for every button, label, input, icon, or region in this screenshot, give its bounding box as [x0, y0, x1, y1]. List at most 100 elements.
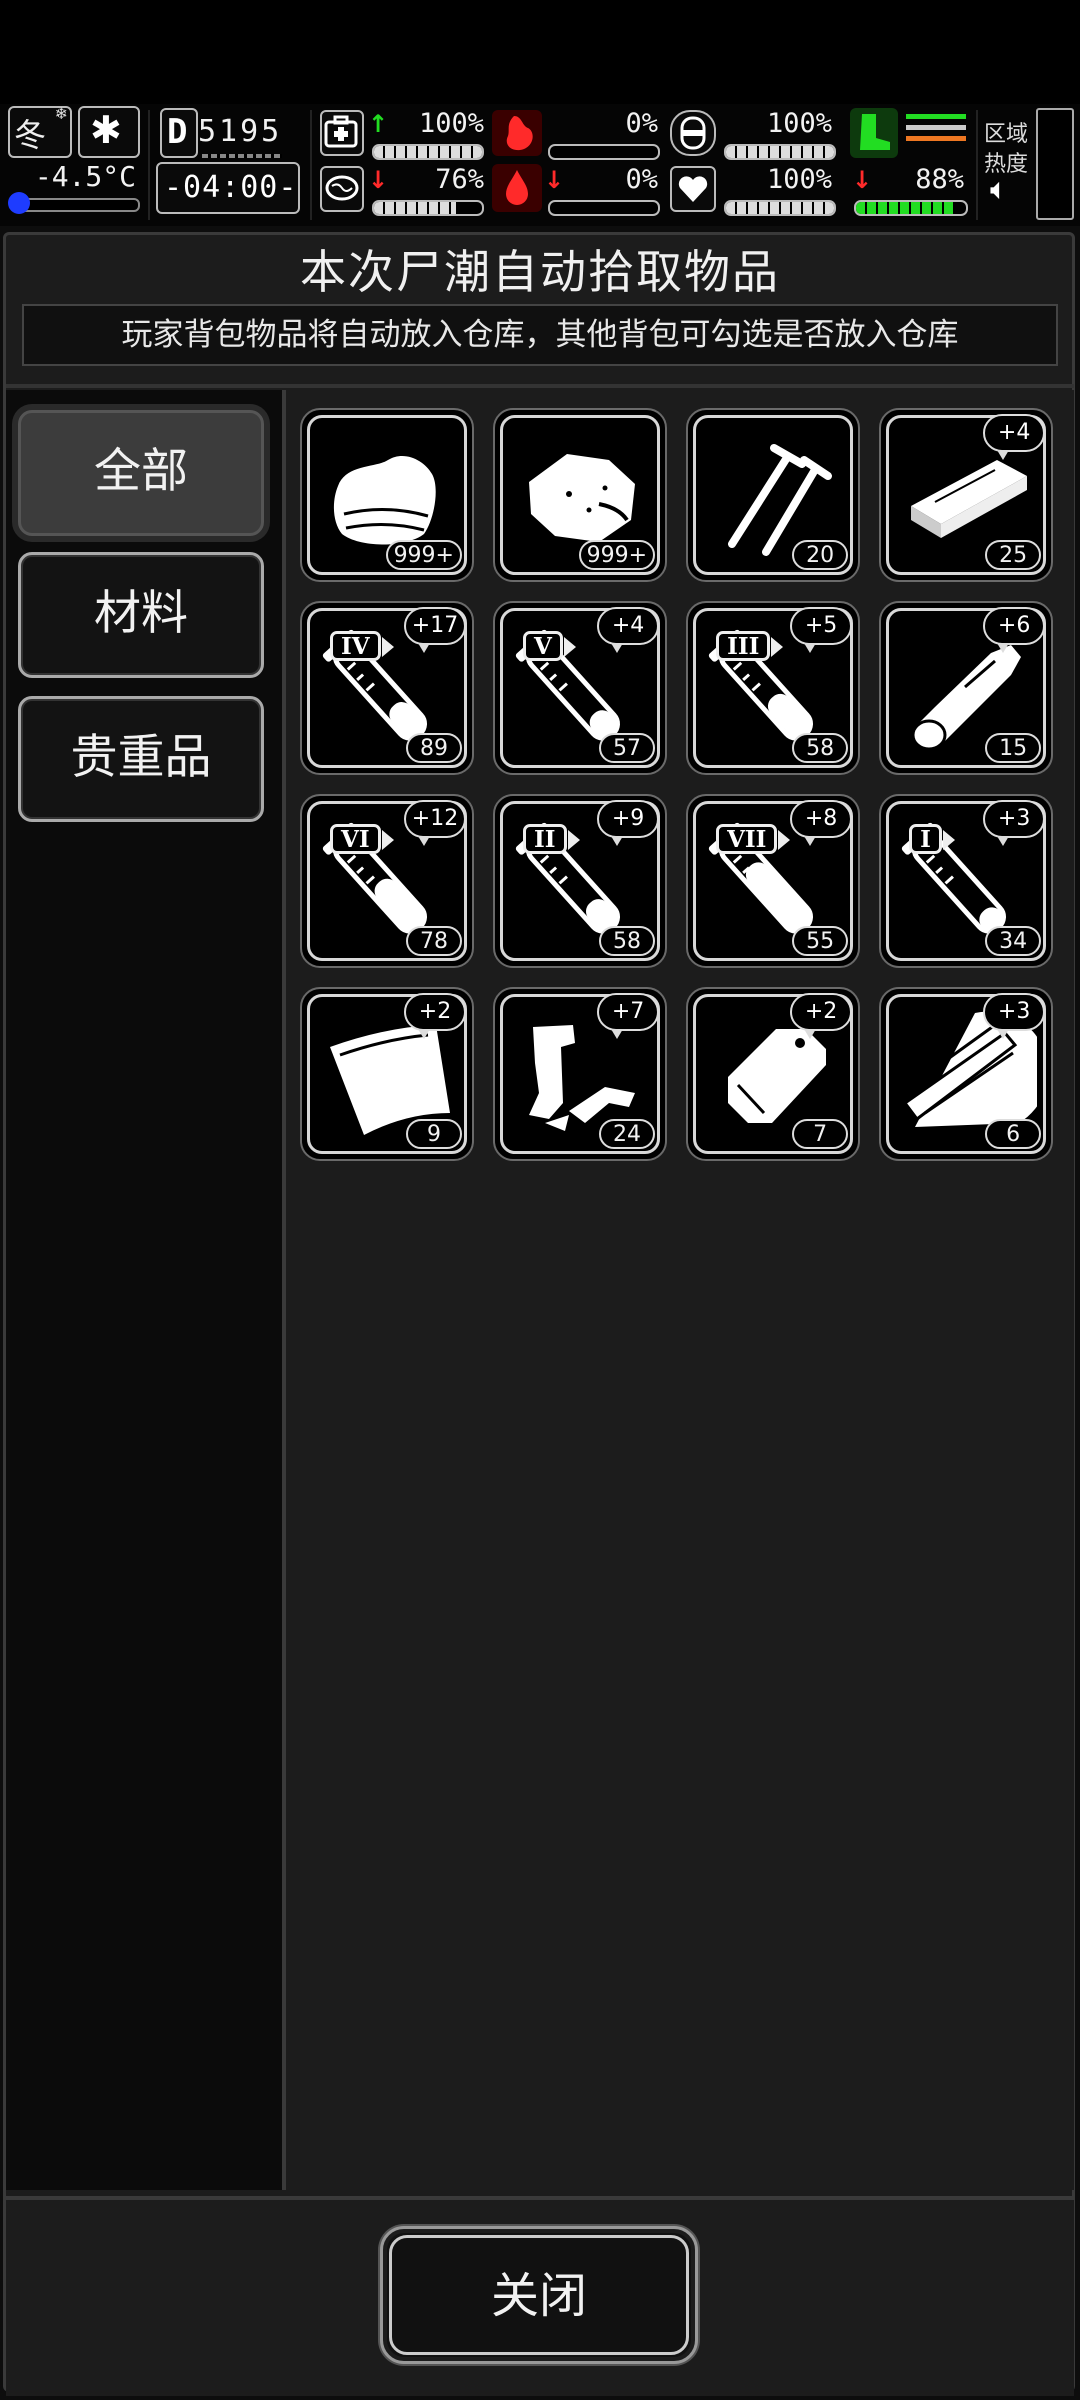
- boot-icon: [850, 108, 898, 158]
- speaker-icon[interactable]: 🔈︎: [990, 172, 1008, 207]
- health-bar: [372, 144, 484, 160]
- health-value: 100%: [418, 108, 484, 139]
- bonus-bubble: +5: [790, 607, 853, 654]
- item-count: 15: [985, 733, 1042, 764]
- item-slot[interactable]: +2 7: [686, 987, 861, 1162]
- item-count: 7: [792, 1119, 849, 1150]
- tier-badge: VII: [716, 824, 791, 855]
- item-count: 24: [599, 1119, 656, 1150]
- mood-bar: [724, 200, 836, 216]
- tab-all[interactable]: 全部: [18, 410, 264, 536]
- heart-icon: [670, 166, 716, 212]
- item-count: 6: [985, 1119, 1042, 1150]
- temperature-indicator-icon: [8, 192, 30, 214]
- item-grid: 999+ 999+ 20 +4 25 IV +17 89 V +4 57 III +5 58 +6 15 VI +…: [286, 390, 1074, 2190]
- day-counter: 5195: [198, 114, 283, 149]
- sanity-value: 76%: [435, 164, 484, 195]
- bonus-bubble: +7: [597, 993, 660, 1040]
- sanity-bar: [372, 200, 484, 216]
- item-slot[interactable]: 20: [686, 408, 861, 582]
- energy-value: 88%: [915, 164, 964, 195]
- brain-icon: [320, 166, 364, 212]
- snowflake-icon: ❄: [54, 104, 68, 123]
- item-slot[interactable]: +2 9: [300, 987, 474, 1162]
- tier-badge: V: [523, 631, 576, 662]
- area-heat-meter: [1036, 108, 1074, 220]
- hunger-value: 0%: [625, 108, 658, 139]
- bonus-bubble: +4: [597, 607, 660, 654]
- canteen-icon: [670, 110, 716, 156]
- temperature-readout: -4.5°C: [34, 160, 136, 193]
- energy-bar: [854, 200, 968, 216]
- blood-drop-icon: [492, 164, 542, 212]
- system-status-bar: [0, 0, 1080, 104]
- stamina-lines: [906, 114, 966, 150]
- bleeding-value: 0%: [625, 164, 658, 195]
- item-slot[interactable]: +4 25: [879, 408, 1054, 582]
- item-count: 25: [985, 540, 1042, 570]
- item-count: 999+: [385, 540, 462, 570]
- survival-hud: 冬 ❄ ✱ -4.5°C D 5195 -04:00- ↑ 100% 0% 10…: [0, 104, 1080, 226]
- mood-value: 100%: [766, 164, 832, 195]
- item-count: 20: [792, 540, 849, 570]
- day-badge: D: [160, 108, 198, 158]
- area-heat-label: 区域: [984, 122, 1029, 147]
- health-trend-up-icon: ↑: [368, 110, 389, 138]
- item-slot[interactable]: 999+: [300, 408, 474, 582]
- item-slot[interactable]: +3 6: [879, 987, 1054, 1162]
- item-count: 999+: [578, 540, 656, 570]
- bonus-bubble: +6: [983, 607, 1046, 654]
- item-count: 58: [599, 926, 656, 957]
- item-slot[interactable]: II +9 58: [493, 794, 668, 969]
- item-slot[interactable]: VI +12 78: [300, 794, 474, 969]
- thirst-value: 100%: [766, 108, 832, 139]
- tier-badge: II: [523, 824, 579, 855]
- tier-badge: I: [909, 824, 955, 855]
- day-prefix: D: [167, 112, 188, 152]
- bleeding-bar: [548, 200, 660, 216]
- clock-box: -04:00-: [156, 162, 300, 214]
- bonus-bubble: +2: [790, 993, 853, 1040]
- bonus-bubble: +2: [404, 993, 466, 1040]
- item-slot[interactable]: V +4 57: [493, 601, 668, 776]
- panel-title: 本次尸潮自动拾取物品: [300, 245, 780, 299]
- stomach-icon: [492, 110, 542, 156]
- season-label: 冬: [14, 116, 47, 154]
- sanity-trend-down-icon: ↓: [368, 166, 389, 194]
- item-count: 57: [599, 733, 656, 764]
- item-count: 9: [406, 1119, 462, 1150]
- item-slot[interactable]: +7 24: [493, 987, 668, 1162]
- item-count: 34: [985, 926, 1042, 957]
- item-slot[interactable]: VII +8 55: [686, 794, 861, 969]
- bonus-bubble: +4: [983, 414, 1046, 460]
- panel-subtitle: 玩家背包物品将自动放入仓库，其他背包可勾选是否放入仓库: [22, 304, 1058, 366]
- snowflake-icon: ✱: [90, 108, 122, 152]
- bonus-bubble: +3: [983, 993, 1046, 1040]
- item-slot[interactable]: +6 15: [879, 601, 1054, 776]
- hunger-bar: [548, 144, 660, 160]
- tab-valuables[interactable]: 贵重品: [18, 696, 264, 822]
- item-count: 55: [792, 926, 849, 957]
- tier-badge: IV: [330, 631, 394, 662]
- item-slot[interactable]: 999+: [493, 408, 668, 582]
- item-slot[interactable]: III +5 58: [686, 601, 861, 776]
- item-count: 58: [792, 733, 849, 764]
- tier-badge: VI: [330, 824, 394, 855]
- bonus-bubble: +17: [404, 607, 466, 654]
- category-sidebar: 全部 材料 贵重品: [6, 390, 286, 2190]
- tier-badge: III: [716, 631, 784, 662]
- bonus-bubble: +8: [790, 800, 853, 847]
- bonus-bubble: +3: [983, 800, 1046, 847]
- close-button[interactable]: 关闭: [380, 2226, 698, 2364]
- medkit-icon: [320, 110, 364, 156]
- weather-badge: ✱: [78, 106, 140, 158]
- item-count: 89: [406, 733, 462, 764]
- thirst-bar: [724, 144, 836, 160]
- season-badge: 冬 ❄: [8, 104, 72, 158]
- clock-readout: -04:00-: [164, 170, 298, 205]
- bonus-bubble: +12: [404, 800, 466, 847]
- item-slot[interactable]: IV +17 89: [300, 601, 474, 776]
- temperature-gauge: [12, 198, 140, 212]
- tab-materials[interactable]: 材料: [18, 552, 264, 678]
- item-slot[interactable]: I +3 34: [879, 794, 1054, 969]
